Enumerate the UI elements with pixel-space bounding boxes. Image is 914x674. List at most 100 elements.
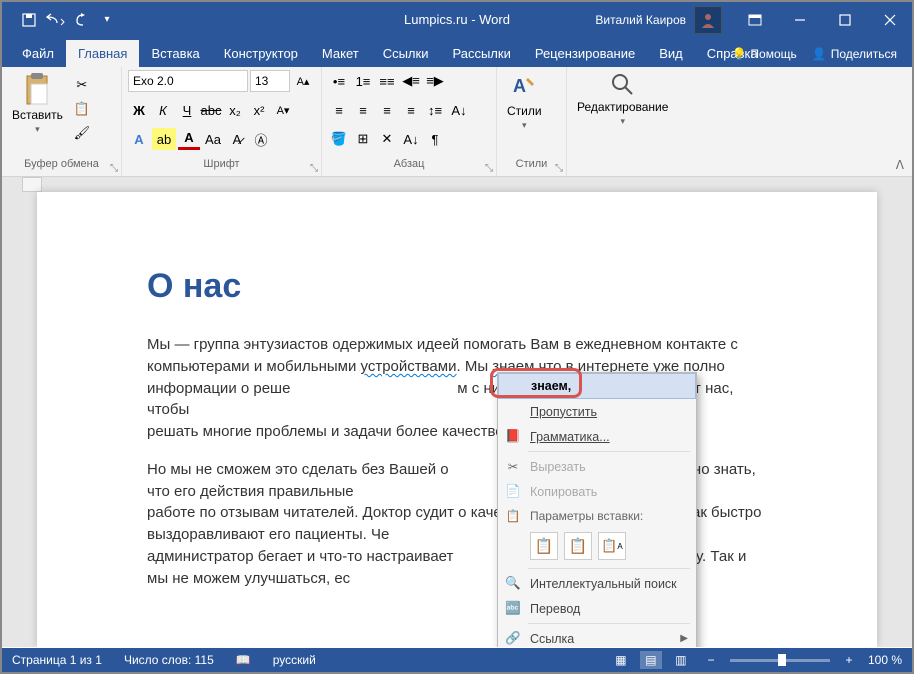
tab-home[interactable]: Главная bbox=[66, 40, 139, 67]
editing-button[interactable]: Редактирование ▾ bbox=[573, 70, 672, 129]
shading-icon[interactable]: 🪣 bbox=[328, 128, 350, 150]
bullets-icon[interactable]: •≡ bbox=[328, 70, 350, 92]
minimize-button[interactable] bbox=[777, 2, 822, 37]
borders-icon[interactable]: ⊞ bbox=[352, 128, 374, 150]
copy-icon[interactable]: 📋 bbox=[71, 98, 93, 120]
paste-button[interactable]: Вставить ▾ bbox=[8, 70, 67, 137]
group-font: A▴ Ж К Ч abc x₂ x² A▾ A ab A Aa A̷ Ⓐ Шри… bbox=[122, 67, 322, 176]
tab-references[interactable]: Ссылки bbox=[371, 40, 441, 67]
align-left-icon[interactable]: ≡ bbox=[328, 99, 350, 121]
status-language[interactable]: русский bbox=[273, 653, 316, 667]
grammar-error-1[interactable]: устройствами bbox=[361, 358, 457, 375]
copy-icon: 📄 bbox=[504, 484, 522, 499]
superscript-icon[interactable]: x² bbox=[248, 99, 270, 121]
paste-merge-icon[interactable]: 📋 bbox=[564, 532, 592, 560]
undo-icon[interactable] bbox=[43, 8, 67, 32]
status-page[interactable]: Страница 1 из 1 bbox=[12, 653, 102, 667]
tab-review[interactable]: Рецензирование bbox=[523, 40, 647, 67]
close-button[interactable] bbox=[867, 2, 912, 37]
sort-az-icon[interactable]: A↓ bbox=[400, 128, 422, 150]
redo-icon[interactable] bbox=[69, 8, 93, 32]
tab-mailings[interactable]: Рассылки bbox=[440, 40, 522, 67]
highlight-icon[interactable]: ab bbox=[152, 128, 176, 150]
ctx-skip[interactable]: Пропустить bbox=[498, 399, 696, 424]
text-effects-icon[interactable]: A bbox=[128, 128, 150, 150]
group-editing: Редактирование ▾ bbox=[567, 67, 687, 176]
bold-icon[interactable]: Ж bbox=[128, 99, 150, 121]
tab-view[interactable]: Вид bbox=[647, 40, 695, 67]
zoom-level[interactable]: 100 % bbox=[868, 653, 902, 667]
zoom-in-icon[interactable]: + bbox=[838, 651, 860, 669]
ruler-corner[interactable] bbox=[22, 177, 42, 192]
numbering-icon[interactable]: 1≡ bbox=[352, 70, 374, 92]
styles-launcher-icon[interactable]: ⤡ bbox=[555, 163, 563, 174]
document-page[interactable]: О нас Мы — группа энтузиастов одержимых … bbox=[37, 192, 877, 647]
underline-icon[interactable]: Ч bbox=[176, 99, 198, 121]
ctx-smart-lookup[interactable]: 🔍Интеллектуальный поиск bbox=[498, 571, 696, 596]
zoom-thumb[interactable] bbox=[778, 654, 786, 666]
paste-text-only-icon[interactable]: 📋A bbox=[598, 532, 626, 560]
clipboard-launcher-icon[interactable]: ⤡ bbox=[110, 163, 118, 174]
italic-icon[interactable]: К bbox=[152, 99, 174, 121]
strike-icon[interactable]: abc bbox=[200, 99, 222, 121]
tab-file[interactable]: Файл bbox=[10, 40, 66, 67]
tab-layout[interactable]: Макет bbox=[310, 40, 371, 67]
group-styles: A Стили ▾ Стили⤡ bbox=[497, 67, 567, 176]
ribbon-display-options-icon[interactable] bbox=[732, 2, 777, 37]
ctx-copy: 📄Копировать bbox=[498, 479, 696, 504]
share-button[interactable]: 👤Поделиться bbox=[812, 47, 897, 61]
increase-indent-icon[interactable]: ≡▶ bbox=[424, 70, 446, 92]
font-color-icon[interactable]: A bbox=[178, 128, 200, 150]
status-bar: Страница 1 из 1 Число слов: 115 📖 русски… bbox=[2, 648, 912, 672]
zoom-slider[interactable] bbox=[730, 659, 830, 662]
web-layout-icon[interactable]: ▥ bbox=[670, 651, 692, 669]
font-group-label: Шрифт⤡ bbox=[128, 158, 315, 174]
tab-design[interactable]: Конструктор bbox=[212, 40, 310, 67]
ctx-translate[interactable]: 🔤Перевод bbox=[498, 596, 696, 621]
qat-customize-icon[interactable]: ▾ bbox=[95, 8, 119, 32]
font-size-select[interactable] bbox=[250, 70, 290, 92]
styles-group-label: Стили⤡ bbox=[503, 158, 560, 174]
help-button[interactable]: 💡Помощь bbox=[731, 47, 796, 61]
align-right-icon[interactable]: ≡ bbox=[376, 99, 398, 121]
status-word-count[interactable]: Число слов: 115 bbox=[124, 653, 214, 667]
font-name-select[interactable] bbox=[128, 70, 248, 92]
print-layout-icon[interactable]: ▤ bbox=[640, 651, 662, 669]
align-center-icon[interactable]: ≡ bbox=[352, 99, 374, 121]
user-avatar-icon[interactable] bbox=[694, 6, 722, 34]
change-case-icon[interactable]: Aa bbox=[202, 128, 224, 150]
collapse-ribbon-icon[interactable]: ᐱ bbox=[896, 158, 904, 172]
cut-icon[interactable]: ✂ bbox=[71, 74, 93, 96]
shrink-font-icon[interactable]: A▾ bbox=[272, 99, 294, 121]
tab-insert[interactable]: Вставка bbox=[139, 40, 211, 67]
save-icon[interactable] bbox=[17, 8, 41, 32]
decrease-indent-icon[interactable]: ◀≡ bbox=[400, 70, 422, 92]
ctx-grammar[interactable]: 📕Грамматика... bbox=[498, 424, 696, 449]
paste-keep-formatting-icon[interactable]: 📋 bbox=[530, 532, 558, 560]
help-label: Помощь bbox=[750, 47, 796, 61]
read-mode-icon[interactable]: ▦ bbox=[610, 651, 632, 669]
format-painter-icon[interactable]: 🖌 bbox=[71, 122, 93, 144]
grow-font-icon[interactable]: A▴ bbox=[292, 70, 314, 92]
clear-formatting-icon[interactable]: A̷ bbox=[226, 128, 248, 150]
show-marks-icon[interactable]: ¶ bbox=[424, 128, 446, 150]
enclose-icon[interactable]: Ⓐ bbox=[250, 128, 272, 150]
styles-icon: A bbox=[510, 72, 538, 102]
ctx-suggestion[interactable]: знаем, bbox=[498, 373, 696, 399]
maximize-button[interactable] bbox=[822, 2, 867, 37]
paragraph-group-label: Абзац⤡ bbox=[328, 158, 490, 174]
paragraph-launcher-icon[interactable]: ⤡ bbox=[485, 163, 493, 174]
ctx-link[interactable]: 🔗Ссылка▶ bbox=[498, 626, 696, 647]
font-launcher-icon[interactable]: ⤡ bbox=[310, 163, 318, 174]
line-spacing-icon[interactable]: ↕≡ bbox=[424, 99, 446, 121]
justify-icon[interactable]: ≡ bbox=[400, 99, 422, 121]
sort-icon[interactable]: A↓ bbox=[448, 99, 470, 121]
multilevel-icon[interactable]: ≡≡ bbox=[376, 70, 398, 92]
asian-layout-icon[interactable]: ✕ bbox=[376, 128, 398, 150]
subscript-icon[interactable]: x₂ bbox=[224, 99, 246, 121]
title-bar: ▾ Lumpics.ru - Word Виталий Каиров bbox=[2, 2, 912, 37]
status-proofing-icon[interactable]: 📖 bbox=[236, 653, 251, 667]
user-name[interactable]: Виталий Каиров bbox=[595, 13, 686, 27]
styles-button[interactable]: A Стили ▾ bbox=[503, 70, 546, 133]
zoom-out-icon[interactable]: − bbox=[700, 651, 722, 669]
